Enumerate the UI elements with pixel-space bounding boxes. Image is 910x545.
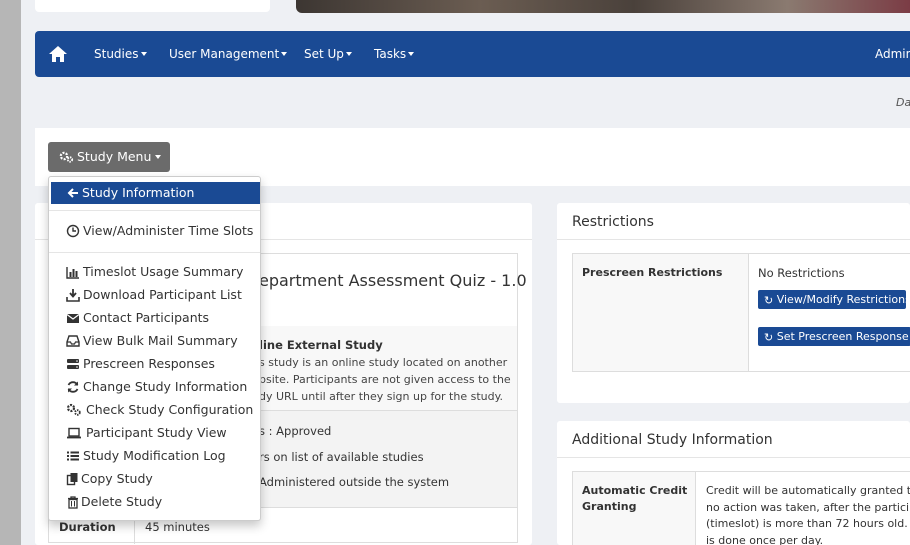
study-status: s : Approved [259,424,332,438]
caret-down-icon [281,52,288,56]
menu-item-delete-study[interactable]: Delete Study [49,492,260,512]
refresh-icon [66,380,80,394]
view-modify-restrictions-button[interactable]: ↻ View/Modify Restrictions [758,290,906,309]
nav-studies[interactable]: Studies [94,47,147,61]
automatic-credit-value: Credit will be automatically granted to … [706,484,910,545]
study-administered: Administered outside the system [259,475,450,489]
date-text: Da [896,96,910,109]
menu-item-prescreen-responses[interactable]: Prescreen Responses [49,354,260,374]
prescreen-restrictions-label: Prescreen Restrictions [582,266,723,279]
caret-down-icon [345,52,352,56]
cogs-icon [66,403,81,417]
menu-item-change-study-information[interactable]: Change Study Information [49,377,260,397]
menu-item-download-participant-list[interactable]: Download Participant List [49,285,260,305]
additional-info-table: Automatic Credit Granting Credit will be… [572,471,910,545]
refresh-icon: ↻ [764,294,774,307]
set-prescreen-response-button[interactable]: ↻ Set Prescreen Response Di [758,327,910,346]
copy-icon [66,472,80,486]
study-type-description: s study is an online study located on an… [259,356,511,403]
nav-user-management[interactable]: User Management [169,47,288,61]
inbox-icon [66,334,80,348]
menu-item-view-administer-time-slots[interactable]: View/Administer Time Slots [49,221,260,241]
prescreen-restrictions-value: No Restrictions [758,266,845,280]
laptop-icon [66,426,82,440]
additional-info-panel: Additional Study Information Automatic C… [557,421,910,545]
envelope-icon [66,311,80,325]
restrictions-table: Prescreen Restrictions No Restrictions ↻… [572,253,910,372]
study-visibility: rs on list of available studies [259,450,424,464]
cogs-icon [59,151,74,163]
menu-item-check-study-configuration[interactable]: Check Study Configuration [49,400,260,420]
download-icon [66,288,80,302]
menu-item-study-modification-log[interactable]: Study Modification Log [49,446,260,466]
home-icon[interactable] [48,45,68,63]
refresh-icon: ↻ [764,331,774,344]
menu-item-study-information[interactable]: Study Information [51,182,260,204]
menu-item-timeslot-usage-summary[interactable]: Timeslot Usage Summary [49,262,260,282]
menu-item-participant-study-view[interactable]: Participant Study View [49,423,260,443]
trash-icon [66,495,80,509]
additional-info-title: Additional Study Information [572,432,773,448]
left-gutter [0,0,21,545]
clock-icon [66,224,80,238]
automatic-credit-label: Automatic Credit Granting [582,484,688,513]
caret-down-icon [155,155,162,159]
main-navbar: Studies User Management Set Up Tasks Adm… [35,31,910,77]
duration-label: Duration [59,520,116,534]
logo-area [35,0,270,12]
bar-chart-icon [66,265,80,279]
menu-item-view-bulk-mail-summary[interactable]: View Bulk Mail Summary [49,331,260,351]
list-icon [66,449,80,463]
nav-set-up[interactable]: Set Up [304,47,352,61]
study-menu-button[interactable]: Study Menu [48,142,170,172]
header-banner-image [296,0,910,13]
study-type-title: line External Study [259,338,383,352]
nav-tasks[interactable]: Tasks [374,47,415,61]
menu-item-copy-study[interactable]: Copy Study [49,469,260,489]
caret-down-icon [140,52,147,56]
study-title: epartment Assessment Quiz - 1.0 [259,271,527,290]
nav-admin[interactable]: Admin [875,47,910,61]
menu-item-contact-participants[interactable]: Contact Participants [49,308,260,328]
restrictions-panel: Restrictions Prescreen Restrictions No R… [557,203,910,403]
caret-down-icon [408,52,415,56]
server-icon [66,357,80,371]
duration-value: 45 minutes [145,520,210,534]
arrow-left-icon [66,186,80,200]
restrictions-title: Restrictions [572,214,654,230]
study-menu-dropdown: Study Information View/Administer Time S… [48,176,261,521]
